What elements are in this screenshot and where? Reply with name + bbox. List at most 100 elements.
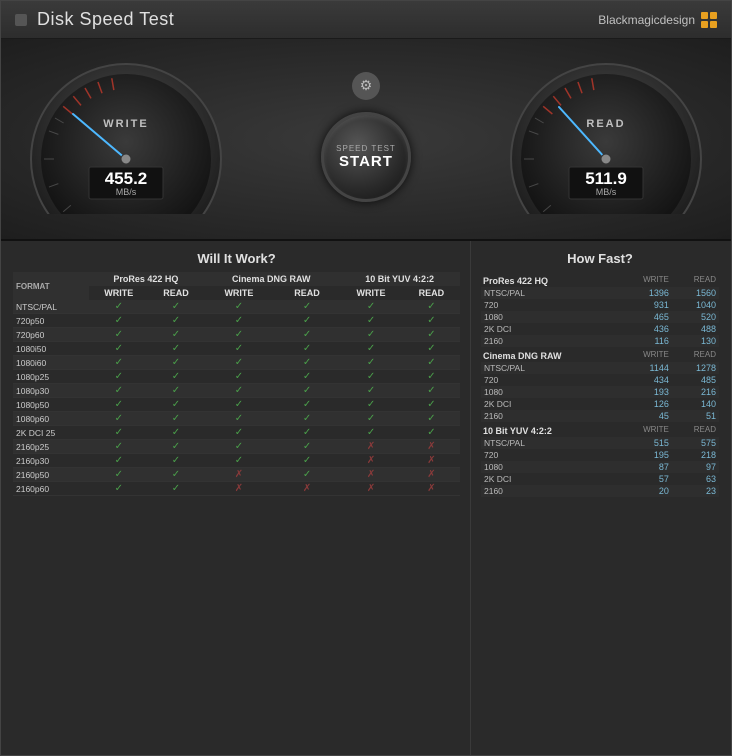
check-cell: ✓	[149, 356, 203, 370]
read-gauge: READ 511.9 MB/s	[501, 59, 711, 214]
check-cell: ✓	[203, 384, 275, 398]
start-button[interactable]: SPEED TEST START	[321, 112, 411, 202]
gauges-section: WRITE 455.2 MB/s ⚙ SPEED TEST START	[1, 39, 731, 239]
check-cell: ✓	[149, 398, 203, 412]
check-yes-icon: ✓	[303, 427, 311, 438]
check-yes-icon: ✓	[367, 427, 375, 438]
how-fast-table: ProRes 422 HQ WRITE READ NTSC/PAL 1396 1…	[481, 272, 719, 497]
check-cell: ✗	[403, 454, 460, 468]
check-yes-icon: ✓	[303, 413, 311, 424]
check-cell: ✓	[89, 370, 149, 384]
check-cell: ✗	[339, 482, 402, 496]
close-button[interactable]	[15, 14, 27, 26]
check-cell: ✓	[89, 356, 149, 370]
read-value: 520	[672, 311, 719, 323]
read-value: 218	[672, 449, 719, 461]
read-value: 51	[672, 410, 719, 422]
format-cell: 1080p50	[13, 398, 89, 412]
brand-dot-4	[710, 21, 717, 28]
check-yes-icon: ✓	[367, 399, 375, 410]
read-value: 23	[672, 485, 719, 497]
check-cell: ✓	[339, 384, 402, 398]
start-button-main-label: START	[339, 153, 393, 170]
check-cell: ✓	[149, 426, 203, 440]
write-gauge: WRITE 455.2 MB/s	[21, 59, 231, 214]
check-cell: ✓	[403, 328, 460, 342]
table-row: 1080p25✓✓✓✓✓✓	[13, 370, 460, 384]
section-name: ProRes 422 HQ	[481, 272, 619, 287]
check-cell: ✓	[339, 356, 402, 370]
prores-header: ProRes 422 HQ	[89, 272, 203, 286]
check-yes-icon: ✓	[367, 329, 375, 340]
check-cell: ✓	[275, 398, 340, 412]
check-no-icon: ✗	[427, 441, 435, 452]
how-fast-title: How Fast?	[481, 251, 719, 266]
settings-button[interactable]: ⚙	[352, 72, 380, 100]
svg-text:READ: READ	[586, 118, 625, 130]
table-row: 720p60 ✓ ✓ ✓ ✓ ✓ ✓	[13, 328, 460, 342]
check-yes-icon: ✓	[427, 399, 435, 410]
check-yes-icon: ✓	[172, 469, 180, 480]
check-cell: ✓	[149, 454, 203, 468]
check-cell: ✓	[275, 384, 340, 398]
check-cell: ✓	[89, 342, 149, 356]
check-cell: ✓	[89, 412, 149, 426]
check-cell: ✗	[339, 468, 402, 482]
write-value: 116	[619, 335, 672, 347]
check-yes-icon: ✓	[172, 427, 180, 438]
check-yes-icon: ✓	[367, 357, 375, 368]
how-fast-row: 2K DCI 126 140	[481, 398, 719, 410]
check-yes-icon: ✓	[172, 329, 180, 340]
write-value: 45	[619, 410, 672, 422]
check-cell: ✓	[203, 314, 275, 328]
read-col-header: READ	[672, 422, 719, 437]
check-yes-icon: ✓	[303, 315, 311, 326]
check-cell: ✗	[403, 468, 460, 482]
check-cell: ✓	[203, 328, 275, 342]
check-yes-icon: ✓	[115, 357, 123, 368]
svg-text:WRITE: WRITE	[103, 118, 148, 130]
check-no-icon: ✗	[367, 469, 375, 480]
check-yes-icon: ✓	[235, 301, 243, 312]
brand-dot-3	[701, 21, 708, 28]
check-yes-icon: ✓	[172, 385, 180, 396]
check-yes-icon: ✓	[303, 329, 311, 340]
table-row: 1080p60✓✓✓✓✓✓	[13, 412, 460, 426]
check-yes-icon: ✓	[235, 357, 243, 368]
format-cell: 2160p60	[13, 482, 89, 496]
check-cell: ✓	[403, 398, 460, 412]
check-yes-icon: ✓	[303, 371, 311, 382]
table-row: 720p50✓✓✓✓✓✓	[13, 314, 460, 328]
svg-text:MB/s: MB/s	[116, 187, 137, 197]
check-cell: ✗	[339, 454, 402, 468]
check-no-icon: ✗	[367, 483, 375, 494]
dng-header: Cinema DNG RAW	[203, 272, 339, 286]
check-yes-icon: ✓	[115, 343, 123, 354]
write-value: 87	[619, 461, 672, 473]
check-cell: ✓	[89, 300, 149, 314]
row-label: 2K DCI	[481, 323, 619, 335]
check-no-icon: ✗	[367, 441, 375, 452]
check-cell: ✗	[203, 468, 275, 482]
check-cell: ✓	[339, 370, 402, 384]
check-cell: ✓	[403, 370, 460, 384]
row-label: 720	[481, 449, 619, 461]
check-yes-icon: ✓	[427, 315, 435, 326]
title-bar-left: Disk Speed Test	[15, 9, 174, 30]
check-yes-icon: ✓	[115, 315, 123, 326]
read-value: 1278	[672, 362, 719, 374]
section-name: 10 Bit YUV 4:2:2	[481, 422, 619, 437]
row-label: 2160	[481, 335, 619, 347]
brand-logo: Blackmagicdesign	[598, 12, 717, 28]
section-header-row: Cinema DNG RAW WRITE READ	[481, 347, 719, 362]
check-yes-icon: ✓	[115, 329, 123, 340]
read-value: 488	[672, 323, 719, 335]
read-col-header: READ	[672, 347, 719, 362]
read-col-header: READ	[672, 272, 719, 287]
check-cell: ✗	[403, 440, 460, 454]
format-cell: 2K DCI 25	[13, 426, 89, 440]
row-label: NTSC/PAL	[481, 287, 619, 299]
check-cell: ✓	[403, 300, 460, 314]
format-cell: 720p60	[13, 328, 89, 342]
table-row: 2160p60✓✓✗✗✗✗	[13, 482, 460, 496]
